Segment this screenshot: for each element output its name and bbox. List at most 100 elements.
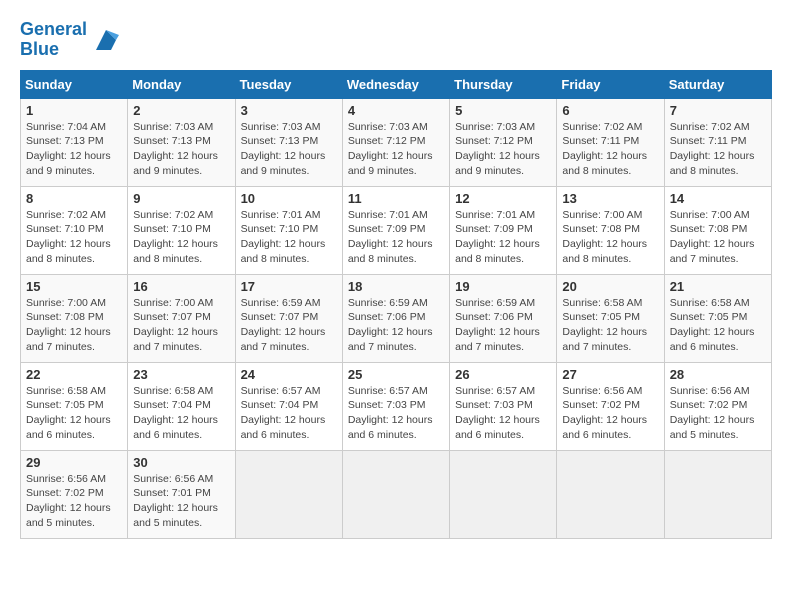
day-header-tuesday: Tuesday — [235, 70, 342, 98]
day-cell-16: 16 Sunrise: 7:00 AM Sunset: 7:07 PM Dayl… — [128, 274, 235, 362]
day-cell-12: 12 Sunrise: 7:01 AM Sunset: 7:09 PM Dayl… — [450, 186, 557, 274]
empty-cell — [450, 450, 557, 538]
day-detail: Sunrise: 7:02 AM Sunset: 7:11 PM Dayligh… — [562, 120, 658, 179]
sunrise-text: Sunrise: 6:58 AM — [133, 384, 229, 399]
daylight-text: Daylight: 12 hours and 8 minutes. — [241, 237, 337, 266]
calendar-table: SundayMondayTuesdayWednesdayThursdayFrid… — [20, 70, 772, 539]
day-detail: Sunrise: 7:01 AM Sunset: 7:09 PM Dayligh… — [348, 208, 444, 267]
daylight-text: Daylight: 12 hours and 7 minutes. — [670, 237, 766, 266]
day-detail: Sunrise: 6:58 AM Sunset: 7:05 PM Dayligh… — [26, 384, 122, 443]
day-cell-6: 6 Sunrise: 7:02 AM Sunset: 7:11 PM Dayli… — [557, 98, 664, 186]
day-header-sunday: Sunday — [21, 70, 128, 98]
day-cell-2: 2 Sunrise: 7:03 AM Sunset: 7:13 PM Dayli… — [128, 98, 235, 186]
daylight-text: Daylight: 12 hours and 5 minutes. — [133, 501, 229, 530]
empty-cell — [342, 450, 449, 538]
day-cell-3: 3 Sunrise: 7:03 AM Sunset: 7:13 PM Dayli… — [235, 98, 342, 186]
sunset-text: Sunset: 7:09 PM — [348, 222, 444, 237]
empty-cell — [557, 450, 664, 538]
sunset-text: Sunset: 7:05 PM — [562, 310, 658, 325]
day-detail: Sunrise: 7:03 AM Sunset: 7:12 PM Dayligh… — [348, 120, 444, 179]
sunset-text: Sunset: 7:13 PM — [133, 134, 229, 149]
sunrise-text: Sunrise: 7:01 AM — [455, 208, 551, 223]
daylight-text: Daylight: 12 hours and 6 minutes. — [670, 325, 766, 354]
sunset-text: Sunset: 7:07 PM — [133, 310, 229, 325]
day-cell-29: 29 Sunrise: 6:56 AM Sunset: 7:02 PM Dayl… — [21, 450, 128, 538]
day-number: 16 — [133, 279, 229, 294]
daylight-text: Daylight: 12 hours and 6 minutes. — [562, 413, 658, 442]
day-number: 15 — [26, 279, 122, 294]
day-cell-8: 8 Sunrise: 7:02 AM Sunset: 7:10 PM Dayli… — [21, 186, 128, 274]
page-header: General Blue — [20, 20, 772, 60]
day-number: 6 — [562, 103, 658, 118]
sunset-text: Sunset: 7:10 PM — [241, 222, 337, 237]
day-detail: Sunrise: 6:56 AM Sunset: 7:02 PM Dayligh… — [562, 384, 658, 443]
daylight-text: Daylight: 12 hours and 8 minutes. — [26, 237, 122, 266]
sunset-text: Sunset: 7:10 PM — [133, 222, 229, 237]
calendar-week-2: 8 Sunrise: 7:02 AM Sunset: 7:10 PM Dayli… — [21, 186, 772, 274]
sunset-text: Sunset: 7:03 PM — [348, 398, 444, 413]
day-number: 26 — [455, 367, 551, 382]
sunset-text: Sunset: 7:11 PM — [670, 134, 766, 149]
day-detail: Sunrise: 6:59 AM Sunset: 7:06 PM Dayligh… — [455, 296, 551, 355]
sunrise-text: Sunrise: 7:03 AM — [455, 120, 551, 135]
day-number: 12 — [455, 191, 551, 206]
sunrise-text: Sunrise: 7:00 AM — [133, 296, 229, 311]
daylight-text: Daylight: 12 hours and 7 minutes. — [241, 325, 337, 354]
day-detail: Sunrise: 7:00 AM Sunset: 7:07 PM Dayligh… — [133, 296, 229, 355]
day-cell-27: 27 Sunrise: 6:56 AM Sunset: 7:02 PM Dayl… — [557, 362, 664, 450]
day-cell-23: 23 Sunrise: 6:58 AM Sunset: 7:04 PM Dayl… — [128, 362, 235, 450]
sunrise-text: Sunrise: 6:56 AM — [562, 384, 658, 399]
empty-cell — [235, 450, 342, 538]
day-detail: Sunrise: 6:56 AM Sunset: 7:02 PM Dayligh… — [26, 472, 122, 531]
day-cell-17: 17 Sunrise: 6:59 AM Sunset: 7:07 PM Dayl… — [235, 274, 342, 362]
day-cell-5: 5 Sunrise: 7:03 AM Sunset: 7:12 PM Dayli… — [450, 98, 557, 186]
sunset-text: Sunset: 7:13 PM — [26, 134, 122, 149]
sunrise-text: Sunrise: 6:57 AM — [348, 384, 444, 399]
day-cell-4: 4 Sunrise: 7:03 AM Sunset: 7:12 PM Dayli… — [342, 98, 449, 186]
sunset-text: Sunset: 7:13 PM — [241, 134, 337, 149]
calendar-week-3: 15 Sunrise: 7:00 AM Sunset: 7:08 PM Dayl… — [21, 274, 772, 362]
day-number: 1 — [26, 103, 122, 118]
day-number: 11 — [348, 191, 444, 206]
day-detail: Sunrise: 7:00 AM Sunset: 7:08 PM Dayligh… — [26, 296, 122, 355]
sunset-text: Sunset: 7:08 PM — [670, 222, 766, 237]
daylight-text: Daylight: 12 hours and 9 minutes. — [455, 149, 551, 178]
sunset-text: Sunset: 7:08 PM — [26, 310, 122, 325]
daylight-text: Daylight: 12 hours and 8 minutes. — [133, 237, 229, 266]
sunset-text: Sunset: 7:02 PM — [26, 486, 122, 501]
day-cell-24: 24 Sunrise: 6:57 AM Sunset: 7:04 PM Dayl… — [235, 362, 342, 450]
day-number: 30 — [133, 455, 229, 470]
day-cell-26: 26 Sunrise: 6:57 AM Sunset: 7:03 PM Dayl… — [450, 362, 557, 450]
day-detail: Sunrise: 6:57 AM Sunset: 7:03 PM Dayligh… — [348, 384, 444, 443]
daylight-text: Daylight: 12 hours and 7 minutes. — [562, 325, 658, 354]
sunrise-text: Sunrise: 7:03 AM — [348, 120, 444, 135]
day-number: 4 — [348, 103, 444, 118]
day-header-wednesday: Wednesday — [342, 70, 449, 98]
day-detail: Sunrise: 7:02 AM Sunset: 7:10 PM Dayligh… — [133, 208, 229, 267]
day-cell-1: 1 Sunrise: 7:04 AM Sunset: 7:13 PM Dayli… — [21, 98, 128, 186]
day-detail: Sunrise: 7:00 AM Sunset: 7:08 PM Dayligh… — [562, 208, 658, 267]
day-detail: Sunrise: 6:56 AM Sunset: 7:01 PM Dayligh… — [133, 472, 229, 531]
day-header-friday: Friday — [557, 70, 664, 98]
sunrise-text: Sunrise: 7:03 AM — [241, 120, 337, 135]
daylight-text: Daylight: 12 hours and 6 minutes. — [348, 413, 444, 442]
sunrise-text: Sunrise: 7:00 AM — [670, 208, 766, 223]
day-detail: Sunrise: 7:00 AM Sunset: 7:08 PM Dayligh… — [670, 208, 766, 267]
day-detail: Sunrise: 7:04 AM Sunset: 7:13 PM Dayligh… — [26, 120, 122, 179]
day-number: 28 — [670, 367, 766, 382]
day-number: 23 — [133, 367, 229, 382]
sunrise-text: Sunrise: 6:57 AM — [455, 384, 551, 399]
sunset-text: Sunset: 7:03 PM — [455, 398, 551, 413]
day-number: 18 — [348, 279, 444, 294]
day-header-monday: Monday — [128, 70, 235, 98]
day-cell-15: 15 Sunrise: 7:00 AM Sunset: 7:08 PM Dayl… — [21, 274, 128, 362]
day-cell-11: 11 Sunrise: 7:01 AM Sunset: 7:09 PM Dayl… — [342, 186, 449, 274]
day-number: 13 — [562, 191, 658, 206]
calendar-body: 1 Sunrise: 7:04 AM Sunset: 7:13 PM Dayli… — [21, 98, 772, 538]
daylight-text: Daylight: 12 hours and 8 minutes. — [455, 237, 551, 266]
day-detail: Sunrise: 6:58 AM Sunset: 7:04 PM Dayligh… — [133, 384, 229, 443]
daylight-text: Daylight: 12 hours and 8 minutes. — [670, 149, 766, 178]
sunrise-text: Sunrise: 7:04 AM — [26, 120, 122, 135]
logo-text-general: General — [20, 19, 87, 39]
day-detail: Sunrise: 7:03 AM Sunset: 7:12 PM Dayligh… — [455, 120, 551, 179]
